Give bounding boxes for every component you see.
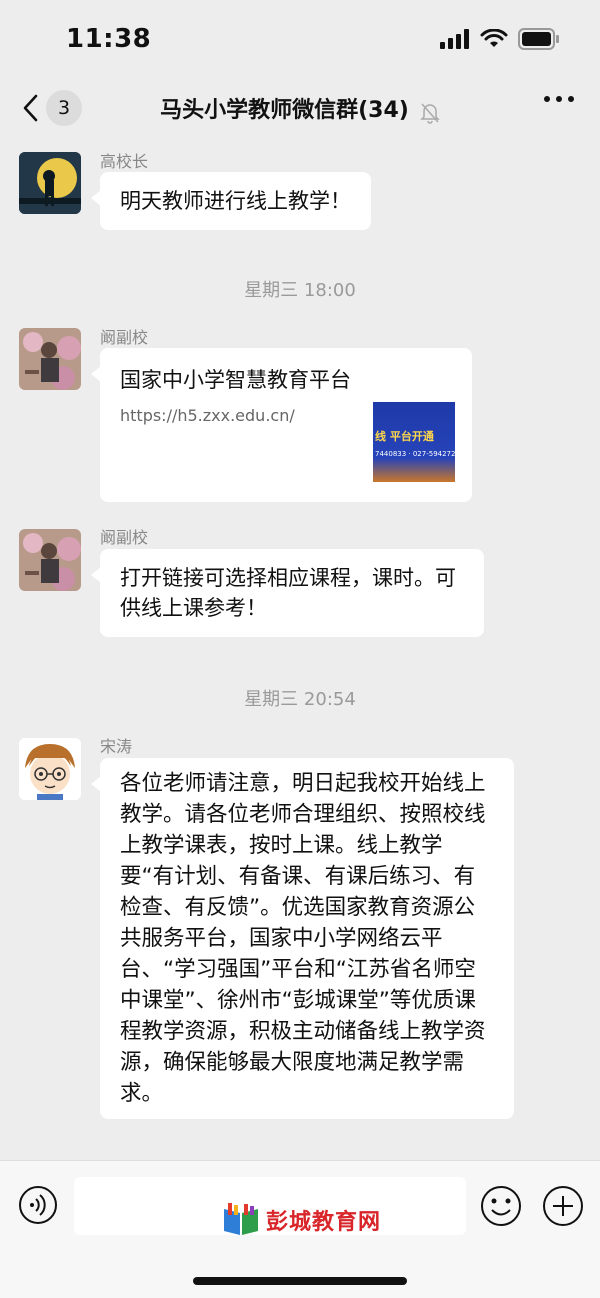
- chat-title: 马头小学教师微信群(34): [160, 98, 409, 123]
- input-bar: 彭城教育网: [0, 1160, 600, 1298]
- nav-bar: 3 马头小学教师微信群(34): [0, 80, 600, 138]
- status-bar: 11:38: [0, 0, 600, 80]
- battery-icon: [518, 28, 559, 50]
- voice-icon: [19, 1186, 57, 1224]
- message-bubble[interactable]: 明天教师进行线上教学！: [91, 172, 371, 230]
- thumbnail-text: 线 平台开通: [375, 430, 434, 443]
- nav-title-wrap: 马头小学教师微信群(34): [0, 92, 600, 124]
- book-logo-icon: [224, 1203, 258, 1235]
- sender-name: 阚副校: [100, 328, 149, 347]
- link-url: https://h5.zxx.edu.cn/: [120, 406, 295, 425]
- plus-button[interactable]: [542, 1185, 584, 1231]
- watermark-text: 彭城教育网: [266, 1210, 382, 1235]
- chat-area[interactable]: 高校长 明天教师进行线上教学！ 星期三 18:00 阚副校 国家中小学智慧教育平…: [0, 140, 600, 1160]
- moon-avatar-image: [19, 152, 81, 214]
- more-icon: [544, 96, 550, 102]
- thumbnail-subtext: 7440833 · 027-59427263: [375, 450, 455, 458]
- wifi-icon: [480, 29, 508, 47]
- message-input[interactable]: 彭城教育网: [74, 1177, 466, 1235]
- emoji-icon: [481, 1186, 521, 1226]
- signal-icon: [440, 29, 469, 49]
- link-card[interactable]: 国家中小学智慧教育平台 https://h5.zxx.edu.cn/ 线 平台开…: [91, 348, 472, 502]
- timestamp: 星期三 18:00: [244, 280, 356, 301]
- sender-name: 阚副校: [100, 528, 149, 547]
- home-indicator[interactable]: [193, 1277, 407, 1285]
- cartoon-avatar-image: [19, 738, 81, 800]
- sender-name: 宋涛: [100, 737, 133, 756]
- message-bubble[interactable]: 打开链接可选择相应课程，课时。可供线上课参考！: [91, 549, 484, 637]
- more-button[interactable]: [544, 96, 574, 102]
- status-icons: [440, 28, 560, 50]
- sender-name: 高校长: [100, 152, 149, 171]
- emoji-button[interactable]: [480, 1185, 522, 1231]
- avatar[interactable]: [19, 152, 81, 214]
- photo-avatar-image: [19, 328, 81, 390]
- avatar[interactable]: [19, 738, 81, 800]
- photo-avatar-image: [19, 529, 81, 591]
- message-bubble[interactable]: 各位老师请注意，明日起我校开始线上教学。请各位老师合理组织、按照校线上教学课表，…: [91, 758, 514, 1119]
- link-title: 国家中小学智慧教育平台: [120, 368, 351, 392]
- voice-button[interactable]: [18, 1185, 58, 1229]
- link-thumbnail: 线 平台开通 7440833 · 027-59427263: [373, 402, 455, 482]
- plus-icon: [543, 1186, 583, 1226]
- mute-bell-icon: [420, 103, 440, 124]
- watermark: 彭城教育网: [222, 1203, 381, 1237]
- avatar[interactable]: [19, 328, 81, 390]
- timestamp: 星期三 20:54: [244, 689, 356, 710]
- avatar[interactable]: [19, 529, 81, 591]
- status-time: 11:38: [66, 24, 152, 54]
